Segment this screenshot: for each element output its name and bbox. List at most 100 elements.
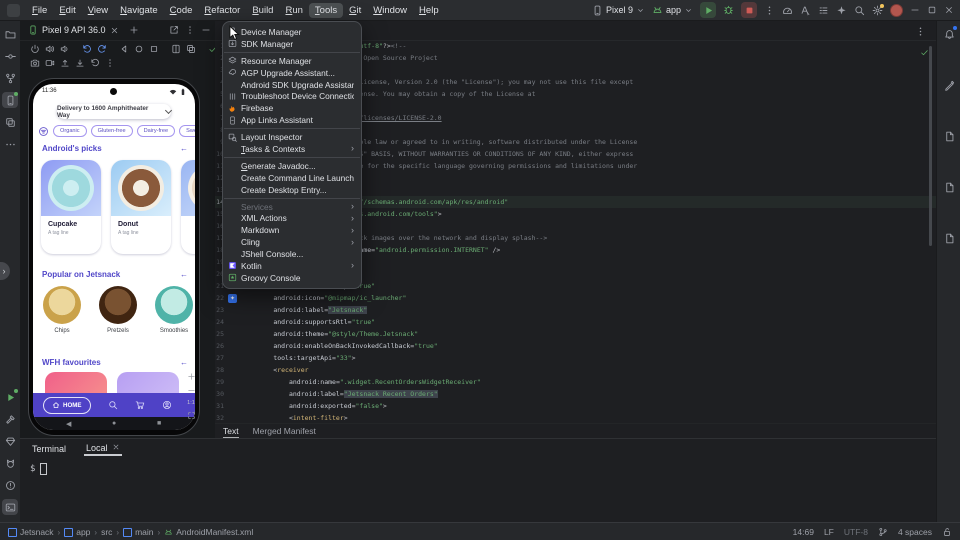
menu-file[interactable]: File bbox=[26, 3, 53, 18]
menu-item-android-sdk-upgrade-assistant[interactable]: Android SDK Upgrade Assistant bbox=[223, 79, 361, 91]
system-nav-recents[interactable]: ■ bbox=[157, 420, 161, 427]
account-avatar[interactable] bbox=[890, 4, 903, 17]
emulator-upload-icon[interactable] bbox=[60, 58, 70, 68]
chip-organic[interactable]: Organic bbox=[53, 125, 87, 137]
stripe-device-file-explorer[interactable] bbox=[941, 179, 957, 195]
section-back-arrow[interactable]: ← bbox=[180, 270, 188, 279]
menu-git[interactable]: Git bbox=[343, 3, 367, 18]
emulator-screen[interactable]: 11:36Delivery to 1600 Amphitheater WayOr… bbox=[33, 84, 195, 430]
caret-position[interactable]: 14:69 bbox=[793, 527, 814, 537]
menu-item-app-links-assistant[interactable]: App Links Assistant bbox=[223, 114, 361, 126]
emulator-record-icon[interactable] bbox=[45, 58, 55, 68]
chip-sweet[interactable]: Sweet bbox=[179, 125, 195, 137]
snack-card[interactable] bbox=[181, 160, 195, 254]
code-line[interactable]: tools:targetApi="33"> bbox=[242, 352, 356, 364]
emulator-power-icon[interactable] bbox=[30, 44, 40, 54]
code-line[interactable]: android:exported="false"> bbox=[242, 400, 387, 412]
zoom-fit-icon[interactable] bbox=[187, 411, 196, 420]
find-actions-icon[interactable] bbox=[800, 5, 811, 16]
close-tab-icon[interactable] bbox=[110, 26, 119, 35]
section-back-arrow[interactable]: ← bbox=[180, 358, 188, 367]
stripe-logcat[interactable] bbox=[2, 455, 18, 471]
menu-tools[interactable]: Tools bbox=[309, 3, 343, 18]
stripe-run[interactable] bbox=[2, 389, 18, 405]
emulator-undo-icon[interactable] bbox=[90, 58, 100, 68]
stripe-device-mirroring[interactable] bbox=[2, 114, 18, 130]
menu-item-sdk-manager[interactable]: SDK Manager bbox=[223, 38, 361, 50]
menu-item-xml-actions[interactable]: XML Actions› bbox=[223, 212, 361, 224]
terminal-prompt[interactable]: $ bbox=[30, 463, 47, 475]
editor-scrollbar[interactable] bbox=[929, 46, 932, 246]
menu-item-resource-manager[interactable]: Resource Manager bbox=[223, 55, 361, 67]
manifest-tab-merged-manifest[interactable]: Merged Manifest bbox=[253, 424, 316, 436]
stripe-more-tool-windows[interactable] bbox=[2, 136, 18, 152]
stripe-commit[interactable] bbox=[2, 48, 18, 64]
maximize-icon[interactable] bbox=[927, 5, 937, 15]
todo-icon[interactable] bbox=[818, 5, 829, 16]
settings[interactable] bbox=[872, 5, 883, 16]
delivery-address-selector[interactable]: Delivery to 1600 Amphitheater Way bbox=[57, 104, 171, 119]
menu-item-firebase[interactable]: Firebase bbox=[223, 102, 361, 114]
system-nav-home[interactable]: ● bbox=[112, 420, 116, 427]
menu-item-troubleshoot-device-connections[interactable]: Troubleshoot Device Connections bbox=[223, 90, 361, 102]
emulator-sq-icon[interactable] bbox=[149, 44, 159, 54]
menu-item-generate-javadoc[interactable]: Generate Javadoc... bbox=[223, 160, 361, 172]
code-line[interactable]: android:label="Jetsnack" bbox=[242, 304, 367, 316]
menu-edit[interactable]: Edit bbox=[53, 3, 81, 18]
menu-navigate[interactable]: Navigate bbox=[114, 3, 164, 18]
manifest-tab-text[interactable]: Text bbox=[223, 424, 239, 439]
code-line[interactable]: android:name=".widget.RecentOrdersWidget… bbox=[242, 376, 481, 388]
add-device-tab-icon[interactable] bbox=[129, 25, 139, 35]
menu-help[interactable]: Help bbox=[413, 3, 445, 18]
stripe-build[interactable] bbox=[2, 411, 18, 427]
menu-refactor[interactable]: Refactor bbox=[198, 3, 246, 18]
stripe-app-quality-insights[interactable] bbox=[2, 433, 18, 449]
minimize-icon[interactable] bbox=[910, 5, 920, 15]
emulator-multi-icon[interactable] bbox=[186, 44, 196, 54]
emulator-volup-icon[interactable] bbox=[45, 44, 55, 54]
emulator-rotr-icon[interactable] bbox=[97, 44, 107, 54]
menu-view[interactable]: View bbox=[82, 3, 114, 18]
code-line[interactable]: android:theme="@style/Theme.Jetsnack" bbox=[242, 328, 418, 340]
stripe-problems[interactable] bbox=[2, 477, 18, 493]
zoom-in-icon[interactable] bbox=[187, 372, 196, 381]
stop-button[interactable] bbox=[741, 2, 757, 18]
device-selector[interactable]: Pixel 9 bbox=[592, 5, 645, 16]
menu-item-cling[interactable]: Cling› bbox=[223, 236, 361, 248]
breadcrumb-androidmanifest-xml[interactable]: AndroidManifest.xml bbox=[164, 527, 253, 537]
stripe-notifications[interactable] bbox=[941, 26, 957, 42]
line-ending[interactable]: LF bbox=[824, 527, 834, 537]
snack-circle-pretzels[interactable]: Pretzels bbox=[99, 286, 137, 334]
menu-build[interactable]: Build bbox=[246, 3, 279, 18]
menu-window[interactable]: Window bbox=[367, 3, 413, 18]
ai-gutter-badge[interactable]: ✦ bbox=[228, 294, 237, 303]
snack-circle-chips[interactable]: Chips bbox=[43, 286, 81, 334]
menu-item-layout-inspector[interactable]: Layout Inspector bbox=[223, 131, 361, 143]
git-branch-icon[interactable] bbox=[878, 527, 888, 537]
debug-icon[interactable] bbox=[723, 5, 734, 16]
file-writable-icon[interactable] bbox=[942, 527, 952, 537]
more-run-actions-icon[interactable] bbox=[764, 5, 775, 16]
emulator-rotl-icon[interactable] bbox=[82, 44, 92, 54]
stripe-gemini[interactable] bbox=[941, 77, 957, 93]
emulator-fold-icon[interactable] bbox=[171, 44, 181, 54]
open-in-window-icon[interactable] bbox=[169, 25, 179, 35]
close-icon[interactable] bbox=[112, 443, 120, 453]
terminal-tab-local[interactable]: Local bbox=[84, 441, 122, 456]
stripe-device-explorer[interactable] bbox=[941, 128, 957, 144]
code-line[interactable]: android:icon="@mipmap/ic_launcher" bbox=[242, 292, 406, 304]
menu-item-agp-upgrade-assistant[interactable]: AGP Upgrade Assistant... bbox=[223, 67, 361, 79]
stripe-project[interactable] bbox=[2, 26, 18, 42]
snack-circle-smoothies[interactable]: Smoothies bbox=[155, 286, 193, 334]
chip-dairy-free[interactable]: Dairy-free bbox=[137, 125, 176, 137]
menu-item-create-command-line-launcher[interactable]: Create Command Line Launcher... bbox=[223, 172, 361, 184]
snack-card-cupcake[interactable]: CupcakeA tag line bbox=[41, 160, 101, 254]
emulator-tri-icon[interactable] bbox=[119, 44, 129, 54]
code-line[interactable]: <receiver bbox=[242, 364, 309, 376]
nav-cart-icon[interactable] bbox=[135, 400, 145, 410]
emulator-download-icon[interactable] bbox=[75, 58, 85, 68]
profiler-icon[interactable] bbox=[782, 5, 793, 16]
system-nav-back[interactable]: ◀ bbox=[66, 420, 71, 428]
indentation[interactable]: 4 spaces bbox=[898, 527, 932, 537]
emulator-camera-icon[interactable] bbox=[30, 58, 40, 68]
